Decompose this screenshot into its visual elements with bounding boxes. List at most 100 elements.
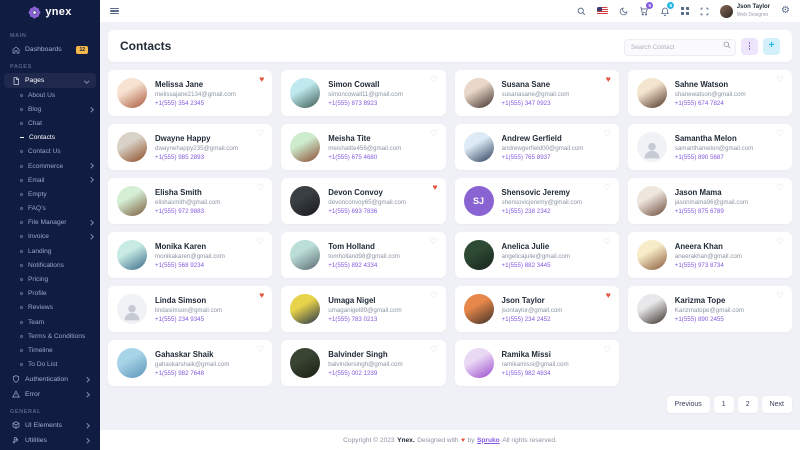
bullet-icon xyxy=(20,221,23,224)
fullscreen-icon[interactable] xyxy=(700,7,709,16)
dashboards-count-badge: 12 xyxy=(76,46,88,54)
favorite-heart-icon[interactable]: ♡ xyxy=(776,183,784,192)
favorite-heart-icon[interactable]: ♡ xyxy=(430,75,438,84)
favorite-heart-icon[interactable]: ♡ xyxy=(603,237,611,246)
favorite-heart-icon[interactable]: ♥ xyxy=(606,291,611,300)
favorite-heart-icon[interactable]: ♡ xyxy=(257,345,265,354)
language-flag-icon[interactable] xyxy=(597,7,608,15)
contact-card: Umaga Nigel umaganigel89@gmail.com +1(55… xyxy=(281,286,445,332)
sidebar-subitem-chat[interactable]: Chat xyxy=(0,116,100,130)
contact-info: Jason Mama jasonmama96@gmail.com +1(555)… xyxy=(675,188,748,215)
favorite-heart-icon[interactable]: ♡ xyxy=(257,183,265,192)
sidebar-item-pages[interactable]: Pages xyxy=(4,73,96,88)
favorite-heart-icon[interactable]: ♡ xyxy=(776,75,784,84)
contact-email: meishatite456@gmail.com xyxy=(328,145,401,152)
favorite-heart-icon[interactable]: ♡ xyxy=(603,183,611,192)
contact-email: simoncowall11@gmail.com xyxy=(328,91,403,98)
sidebar-subitem-notifications[interactable]: Notifications xyxy=(0,258,100,272)
sidebar-subitem-empty[interactable]: Empty xyxy=(0,187,100,201)
more-options-button[interactable] xyxy=(741,38,758,55)
chevron-right-icon xyxy=(88,107,93,112)
sidebar-subitem-pricing[interactable]: Pricing xyxy=(0,272,100,286)
app: ynex MAINDashboards12PAGESPagesAbout UsB… xyxy=(0,0,800,450)
sidebar-item-ui-elements[interactable]: UI Elements xyxy=(4,418,96,433)
sidebar-subitem-label: Contact Us xyxy=(28,148,61,155)
brand-logo[interactable]: ynex xyxy=(0,0,100,24)
contact-card: Linda Simson lindasimson@gmail.com +1(55… xyxy=(108,286,272,332)
favorite-heart-icon[interactable]: ♡ xyxy=(776,237,784,246)
sidebar-subitem-faq-s[interactable]: FAQ's xyxy=(0,202,100,216)
favorite-heart-icon[interactable]: ♥ xyxy=(259,75,264,84)
sidebar-item-dashboards[interactable]: Dashboards12 xyxy=(4,42,96,57)
warning-icon xyxy=(12,390,20,398)
user-menu[interactable]: Json Taylor Web Designer xyxy=(720,4,770,17)
sidebar-subitem-team[interactable]: Team xyxy=(0,315,100,329)
sidebar-subitem-timeline[interactable]: Timeline xyxy=(0,343,100,357)
sidebar-subitem-invoice[interactable]: Invoice xyxy=(0,230,100,244)
favorite-heart-icon[interactable]: ♡ xyxy=(430,291,438,300)
contact-card: Andrew Gerfield andrewgerfield00@gmail.c… xyxy=(455,124,619,170)
footer-author-link[interactable]: Spruko xyxy=(477,437,500,444)
favorite-heart-icon[interactable]: ♥ xyxy=(606,75,611,84)
contact-phone: +1(555) 890 5687 xyxy=(675,154,754,161)
apps-grid-icon[interactable] xyxy=(681,7,689,15)
favorite-heart-icon[interactable]: ♡ xyxy=(430,237,438,246)
search-icon[interactable] xyxy=(577,7,586,16)
pages-icon xyxy=(12,77,20,85)
contact-card: Sahne Watson shanewatson@gmail.com +1(55… xyxy=(628,70,792,116)
sidebar-subitem-email[interactable]: Email xyxy=(0,173,100,187)
sidebar-subitem-reviews[interactable]: Reviews xyxy=(0,301,100,315)
bullet-icon xyxy=(20,335,23,338)
contact-info: Shensovic Jeremy shensovicjeremy@gmail.c… xyxy=(502,188,583,215)
search-input-icon[interactable] xyxy=(723,41,731,49)
contact-info: Tom Holland tomholland98@gmail.com +1(55… xyxy=(328,242,400,269)
contacts-grid: Melissa Jane melissajane2134@gmail.com +… xyxy=(108,70,792,386)
search-contact-input[interactable] xyxy=(624,39,736,56)
sidebar-subitem-landing[interactable]: Landing xyxy=(0,244,100,258)
sidebar-subitem-contacts[interactable]: Contacts xyxy=(0,131,100,145)
sidebar-subitem-ecommerce[interactable]: Ecommerce xyxy=(0,159,100,173)
contact-name: Simon Cowall xyxy=(328,80,403,89)
sidebar-nav: MAINDashboards12PAGESPagesAbout UsBlogCh… xyxy=(0,24,100,448)
contact-name: Meisha Tite xyxy=(328,134,401,143)
contact-name: Ramika Missi xyxy=(502,350,569,359)
sidebar-subitem-about-us[interactable]: About Us xyxy=(0,88,100,102)
contact-info: Ramika Missi ramikamissi@gmail.com +1(55… xyxy=(502,350,569,377)
contact-email: dwaynehappy235@gmail.com xyxy=(155,145,238,152)
favorite-heart-icon[interactable]: ♥ xyxy=(259,291,264,300)
favorite-heart-icon[interactable]: ♡ xyxy=(257,129,265,138)
favorite-heart-icon[interactable]: ♡ xyxy=(430,129,438,138)
favorite-heart-icon[interactable]: ♡ xyxy=(603,345,611,354)
sidebar-subitem-to-do-list[interactable]: To Do List xyxy=(0,358,100,372)
pagination-next-button[interactable]: Next xyxy=(762,396,792,413)
favorite-heart-icon[interactable]: ♥ xyxy=(432,183,437,192)
bullet-icon xyxy=(20,94,23,97)
dark-mode-moon-icon[interactable] xyxy=(619,7,628,16)
sidebar-subitem-contact-us[interactable]: Contact Us xyxy=(0,145,100,159)
sidebar-subitem-terms-conditions[interactable]: Terms & Conditions xyxy=(0,329,100,343)
footer-brand: Ynex. xyxy=(397,437,415,444)
pagination-page-button[interactable]: 1 xyxy=(714,396,734,413)
sidebar-subitem-blog[interactable]: Blog xyxy=(0,102,100,116)
sidebar-item-authentication[interactable]: Authentication xyxy=(4,372,96,387)
sidebar-item-utilities[interactable]: Utilities xyxy=(4,433,96,448)
add-contact-button[interactable]: + xyxy=(763,38,780,55)
cart-icon[interactable]: 5 xyxy=(639,6,649,16)
favorite-heart-icon[interactable]: ♡ xyxy=(603,129,611,138)
favorite-heart-icon[interactable]: ♡ xyxy=(430,345,438,354)
sidebar-item-error[interactable]: Error xyxy=(4,387,96,402)
avatar-initials: SJ xyxy=(473,196,484,206)
favorite-heart-icon[interactable]: ♡ xyxy=(257,237,265,246)
sidebar-subitem-profile[interactable]: Profile xyxy=(0,287,100,301)
sidebar-subitem-file-manager[interactable]: File Manager xyxy=(0,216,100,230)
shield-icon xyxy=(12,375,20,383)
page-header-tools: + xyxy=(624,36,780,56)
favorite-heart-icon[interactable]: ♡ xyxy=(776,291,784,300)
pagination-page-button[interactable]: 2 xyxy=(738,396,758,413)
notifications-bell-icon[interactable]: 5 xyxy=(660,6,670,16)
menu-toggle-icon[interactable] xyxy=(110,8,119,15)
pagination-previous-button[interactable]: Previous xyxy=(667,396,710,413)
settings-gear-icon[interactable]: ⚙ xyxy=(781,6,790,16)
box-icon xyxy=(12,421,20,429)
favorite-heart-icon[interactable]: ♡ xyxy=(776,129,784,138)
